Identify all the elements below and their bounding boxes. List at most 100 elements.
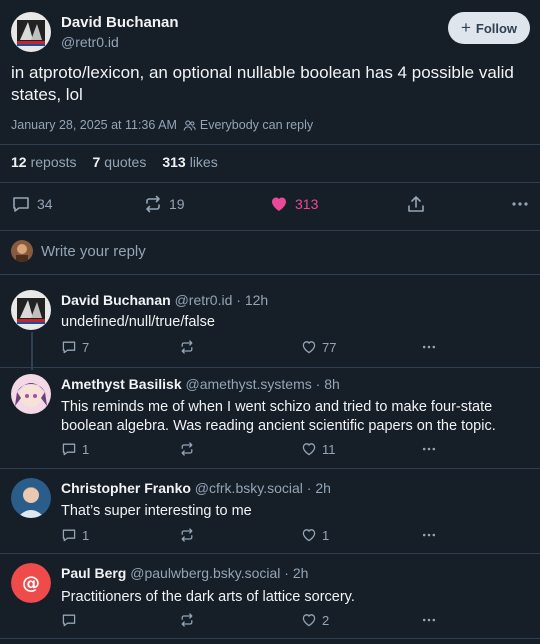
ellipsis-icon: [422, 345, 436, 349]
reply-item[interactable]: @ Paul Berg @paulwberg.bsky.social · 2h …: [11, 563, 530, 633]
repost-button[interactable]: 19: [143, 194, 185, 214]
repost-icon: [181, 340, 193, 354]
reply-icon: [62, 341, 76, 354]
reply-setting: Everybody can reply: [183, 118, 313, 132]
avatar[interactable]: [11, 478, 51, 518]
svg-text:@: @: [22, 573, 40, 594]
more-options-button[interactable]: [421, 339, 437, 355]
ellipsis-icon: [422, 618, 436, 622]
divider: [0, 144, 540, 145]
reply-actions: 1 11: [61, 441, 530, 459]
reply-actions: 2: [61, 612, 530, 630]
post-text: in atproto/lexicon, an optional nullable…: [11, 63, 514, 104]
more-options-button[interactable]: [421, 441, 437, 457]
more-options-button[interactable]: [421, 527, 437, 543]
reply-header: Christopher Franko @cfrk.bsky.social · 2…: [61, 480, 331, 496]
reply-placeholder: Write your reply: [41, 242, 146, 260]
repost-count: 19: [169, 196, 185, 212]
reply-item[interactable]: Amethyst Basilisk @amethyst.systems · 8h…: [11, 374, 530, 460]
reply-icon: [62, 529, 76, 542]
reply-composer[interactable]: Write your reply: [11, 240, 146, 262]
ellipsis-icon: [422, 533, 436, 537]
follow-button[interactable]: + Follow: [448, 12, 530, 44]
reply-time: · 12h: [236, 292, 269, 308]
post-actions: 34 19 313: [11, 194, 530, 216]
avatar[interactable]: [11, 12, 51, 52]
reply-button[interactable]: 1: [61, 527, 89, 543]
follow-label: Follow: [475, 20, 518, 36]
repost-button[interactable]: [179, 612, 195, 628]
author-name[interactable]: David Buchanan: [61, 14, 179, 31]
reply-count: 7: [82, 339, 90, 355]
avatar[interactable]: [11, 290, 51, 330]
divider: [0, 274, 540, 275]
reply-author-name[interactable]: Christopher Franko: [61, 480, 191, 496]
reply-button[interactable]: 34: [11, 194, 53, 214]
reply-button[interactable]: 7: [61, 339, 89, 355]
reply-item[interactable]: David Buchanan @retr0.id · 12h undefined…: [11, 290, 530, 360]
like-button[interactable]: 313: [269, 194, 318, 214]
reply-setting-label: Everybody can reply: [199, 118, 314, 132]
avatar[interactable]: @: [11, 563, 51, 603]
like-button[interactable]: 77: [301, 339, 336, 355]
reply-count: 1: [82, 527, 90, 543]
divider: [0, 553, 540, 554]
repost-button[interactable]: [179, 441, 195, 457]
share-icon: [408, 196, 424, 212]
reply-item[interactable]: Christopher Franko @cfrk.bsky.social · 2…: [11, 478, 530, 548]
heart-icon: [302, 614, 316, 627]
reply-header: David Buchanan @retr0.id · 12h: [61, 292, 268, 308]
post-timestamp[interactable]: January 28, 2025 at 11:36 AM: [11, 118, 177, 132]
repost-button[interactable]: [179, 339, 195, 355]
reply-author-name[interactable]: Amethyst Basilisk: [61, 376, 182, 392]
like-count: 2: [322, 612, 330, 628]
post-meta: January 28, 2025 at 11:36 AM Everybody c…: [11, 118, 313, 132]
heart-filled-icon: [272, 197, 286, 211]
like-count: 313: [295, 196, 319, 212]
reply-time: · 2h: [306, 480, 331, 496]
reply-button[interactable]: 1: [61, 441, 89, 457]
engagement-stats: 12 reposts 7 quotes 313 likes: [11, 154, 218, 170]
reply-count: 1: [82, 441, 90, 457]
like-button[interactable]: 2: [301, 612, 329, 628]
divider: [0, 638, 540, 639]
reply-count: 34: [37, 196, 53, 212]
more-options-button[interactable]: [421, 612, 437, 628]
reply-header: Paul Berg @paulwberg.bsky.social · 2h: [61, 565, 308, 581]
reply-button[interactable]: [61, 612, 77, 628]
people-icon: [183, 119, 196, 130]
divider: [0, 182, 540, 183]
divider: [0, 230, 540, 231]
reply-author-name[interactable]: Paul Berg: [61, 565, 126, 581]
quotes-stat[interactable]: 7 quotes: [93, 154, 147, 170]
like-count: 1: [322, 527, 330, 543]
repost-button[interactable]: [179, 527, 195, 543]
like-button[interactable]: 1: [301, 527, 329, 543]
reply-author-handle[interactable]: @amethyst.systems: [186, 376, 312, 392]
reply-header: Amethyst Basilisk @amethyst.systems · 8h: [61, 376, 340, 392]
reply-icon: [62, 614, 76, 627]
reply-text: undefined/null/true/false: [61, 314, 215, 330]
reply-author-handle[interactable]: @retr0.id: [175, 292, 233, 308]
repost-icon: [146, 195, 160, 213]
avatar[interactable]: [11, 374, 51, 414]
reply-text: That’s super interesting to me: [61, 503, 252, 519]
reply-author-handle[interactable]: @paulwberg.bsky.social: [130, 565, 280, 581]
heart-icon: [302, 443, 316, 456]
reply-author-handle[interactable]: @cfrk.bsky.social: [195, 480, 303, 496]
like-count: 11: [322, 441, 336, 457]
author-handle[interactable]: @retr0.id: [61, 34, 119, 50]
reply-time: · 8h: [315, 376, 340, 392]
reply-actions: 7 77: [61, 339, 530, 357]
share-button[interactable]: [406, 194, 426, 214]
like-button[interactable]: 11: [301, 441, 336, 457]
reposts-stat[interactable]: 12 reposts: [11, 154, 77, 170]
reply-author-name[interactable]: David Buchanan: [61, 292, 171, 308]
reply-icon: [62, 443, 76, 456]
likes-stat[interactable]: 313 likes: [162, 154, 217, 170]
heart-icon: [302, 529, 316, 542]
ellipsis-icon: [512, 202, 528, 206]
more-options-button[interactable]: [510, 194, 530, 214]
post-header: David Buchanan @retr0.id + Follow: [11, 12, 530, 56]
reply-actions: 1 1: [61, 527, 530, 545]
